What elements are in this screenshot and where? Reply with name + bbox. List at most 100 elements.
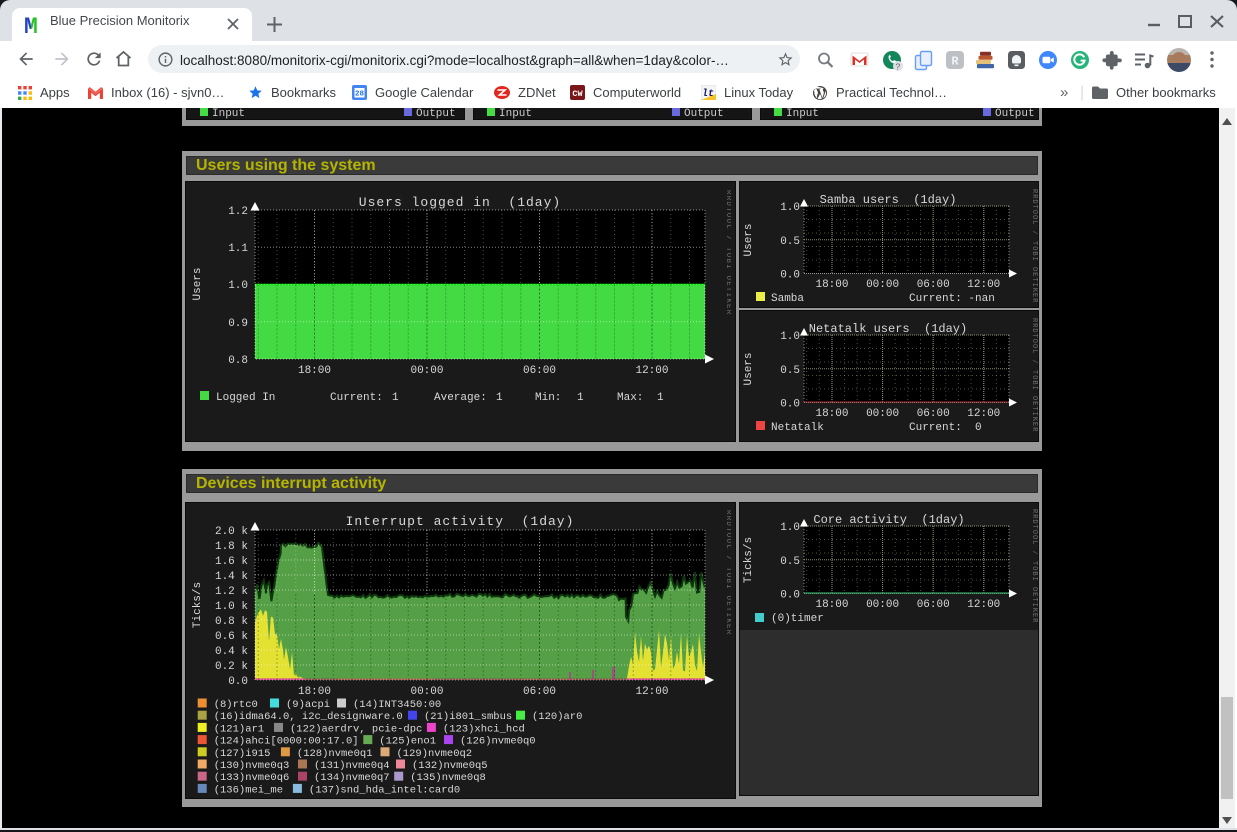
- svg-text:0.2 k: 0.2 k: [215, 661, 248, 673]
- svg-text:RRDTOOL / TOBI OETIKER: RRDTOOL / TOBI OETIKER: [1030, 318, 1038, 432]
- svg-text:(120)ar0: (120)ar0: [532, 711, 582, 723]
- svg-text:0.0: 0.0: [228, 676, 248, 688]
- svg-text:1.1: 1.1: [228, 243, 248, 255]
- svg-text:12:00: 12:00: [967, 279, 1000, 291]
- svg-text:06:00: 06:00: [523, 365, 556, 377]
- svg-text:00:00: 00:00: [410, 365, 443, 377]
- svg-text:1.8 k: 1.8 k: [215, 541, 248, 553]
- svg-text:0.9: 0.9: [228, 318, 248, 330]
- svg-text:1: 1: [392, 392, 399, 404]
- svg-text:00:00: 00:00: [410, 686, 443, 698]
- svg-text:18:00: 18:00: [815, 279, 848, 291]
- svg-text:Min:: Min:: [535, 392, 561, 404]
- svg-text:(8)rtc0: (8)rtc0: [214, 699, 258, 711]
- svg-text:(128)nvme0q1: (128)nvme0q1: [297, 748, 373, 760]
- svg-text:(133)nvme0q6: (133)nvme0q6: [214, 772, 290, 784]
- svg-text:(126)nvme0q0: (126)nvme0q0: [460, 736, 536, 748]
- svg-text:1.2: 1.2: [228, 206, 248, 218]
- svg-text:1.4 k: 1.4 k: [215, 571, 248, 583]
- svg-text:(122)aerdrv, pcie-dpc: (122)aerdrv, pcie-dpc: [290, 723, 422, 735]
- svg-text:1: 1: [577, 392, 584, 404]
- svg-text:18:00: 18:00: [815, 408, 848, 420]
- svg-text:00:00: 00:00: [866, 279, 899, 291]
- svg-text:(124)ahci[0000:00:17.0]: (124)ahci[0000:00:17.0]: [214, 736, 359, 748]
- svg-text:Users: Users: [192, 267, 204, 300]
- svg-text:Netatalk users (1day): Netatalk users (1day): [809, 322, 967, 336]
- svg-text:(123)xhci_hcd: (123)xhci_hcd: [443, 723, 525, 735]
- svg-text:12:00: 12:00: [967, 599, 1000, 611]
- svg-text:RRDTOOL / TOBI OETIKER: RRDTOOL / TOBI OETIKER: [1030, 189, 1038, 303]
- svg-text:RRDTOOL / TOBI OETIKER: RRDTOOL / TOBI OETIKER: [724, 510, 731, 635]
- svg-text:Ticks/s: Ticks/s: [743, 537, 755, 583]
- svg-text:06:00: 06:00: [917, 279, 950, 291]
- svg-text:R: R: [951, 55, 959, 69]
- svg-text:18:00: 18:00: [815, 599, 848, 611]
- svg-text:1.0: 1.0: [780, 202, 800, 214]
- svg-text:0.5: 0.5: [780, 556, 800, 568]
- svg-text:Average:: Average:: [434, 392, 487, 404]
- svg-text:(121)ar1: (121)ar1: [214, 723, 264, 735]
- svg-text:Samba users (1day): Samba users (1day): [820, 193, 957, 207]
- svg-text:1: 1: [496, 392, 503, 404]
- svg-text:Interrupt activity (1day): Interrupt activity (1day): [346, 514, 575, 529]
- svg-text:0.6 k: 0.6 k: [215, 631, 248, 643]
- svg-text:(130)nvme0q3: (130)nvme0q3: [214, 760, 290, 772]
- svg-text:?: ?: [895, 62, 900, 72]
- svg-text:(125)eno1: (125)eno1: [379, 736, 436, 748]
- svg-text:18:00: 18:00: [298, 365, 331, 377]
- svg-text:12:00: 12:00: [967, 408, 1000, 420]
- svg-text:(21)i801_smbus: (21)i801_smbus: [424, 711, 512, 723]
- svg-text:1.0: 1.0: [780, 522, 800, 534]
- svg-text:(14)INT3450:00: (14)INT3450:00: [353, 699, 441, 711]
- svg-text:(16)idma64.0, i2c_designware.0: (16)idma64.0, i2c_designware.0: [214, 711, 403, 723]
- svg-text:Input: Input: [212, 108, 245, 120]
- svg-text:(135)nvme0q8: (135)nvme0q8: [410, 772, 486, 784]
- svg-text:RRDTOOL / TOBI OETIKER: RRDTOOL / TOBI OETIKER: [724, 190, 731, 315]
- svg-text:12:00: 12:00: [635, 686, 668, 698]
- svg-text:0.0: 0.0: [780, 399, 800, 411]
- svg-text:0.8 k: 0.8 k: [215, 616, 248, 628]
- svg-text:06:00: 06:00: [917, 599, 950, 611]
- svg-text:Users logged in (1day): Users logged in (1day): [359, 195, 561, 210]
- svg-text:(129)nvme0q2: (129)nvme0q2: [397, 748, 473, 760]
- svg-text:Users: Users: [743, 352, 755, 385]
- svg-text:12:00: 12:00: [635, 365, 668, 377]
- svg-text:0.0: 0.0: [780, 270, 800, 282]
- svg-text:Current: 0: Current: 0: [909, 422, 982, 434]
- svg-text:06:00: 06:00: [523, 686, 556, 698]
- svg-text:(0)timer: (0)timer: [771, 613, 824, 625]
- svg-text:18:00: 18:00: [298, 686, 331, 698]
- svg-text:Samba: Samba: [771, 293, 804, 305]
- svg-text:00:00: 00:00: [866, 599, 899, 611]
- svg-text:1.0: 1.0: [780, 331, 800, 343]
- svg-text:Logged In: Logged In: [216, 392, 275, 404]
- svg-text:RRDTOOL / TOBI OETIKER: RRDTOOL / TOBI OETIKER: [1030, 509, 1038, 623]
- svg-text:Current: -nan: Current: -nan: [909, 293, 995, 305]
- svg-text:28: 28: [355, 91, 365, 99]
- svg-text:Current:: Current:: [330, 392, 383, 404]
- svg-text:CW: CW: [572, 89, 583, 99]
- svg-text:lt: lt: [702, 88, 714, 100]
- svg-text:(136)mei_me: (136)mei_me: [214, 784, 283, 796]
- svg-text:(137)snd_hda_intel:card0: (137)snd_hda_intel:card0: [309, 784, 460, 796]
- svg-text:Ticks/s: Ticks/s: [192, 582, 204, 628]
- svg-text:1.6 k: 1.6 k: [215, 556, 248, 568]
- svg-text:0.0: 0.0: [780, 590, 800, 602]
- svg-text:1.2 k: 1.2 k: [215, 586, 248, 598]
- svg-text:06:00: 06:00: [917, 408, 950, 420]
- svg-text:Output: Output: [684, 108, 724, 120]
- svg-text:1.0 k: 1.0 k: [215, 601, 248, 613]
- svg-text:Max:: Max:: [617, 392, 643, 404]
- svg-text:1.0: 1.0: [228, 280, 248, 292]
- svg-text:0.5: 0.5: [780, 365, 800, 377]
- svg-text:(134)nvme0q7: (134)nvme0q7: [314, 772, 390, 784]
- svg-text:Output: Output: [995, 108, 1035, 120]
- svg-text:Netatalk: Netatalk: [771, 422, 824, 434]
- svg-text:(132)nvme0q5: (132)nvme0q5: [412, 760, 488, 772]
- svg-text:Output: Output: [416, 108, 456, 120]
- svg-text:Input: Input: [499, 108, 532, 120]
- svg-text:2.0 k: 2.0 k: [215, 526, 248, 538]
- svg-text:Users: Users: [743, 223, 755, 256]
- svg-text:Core activity (1day): Core activity (1day): [813, 513, 964, 527]
- svg-text:0.8: 0.8: [228, 355, 248, 367]
